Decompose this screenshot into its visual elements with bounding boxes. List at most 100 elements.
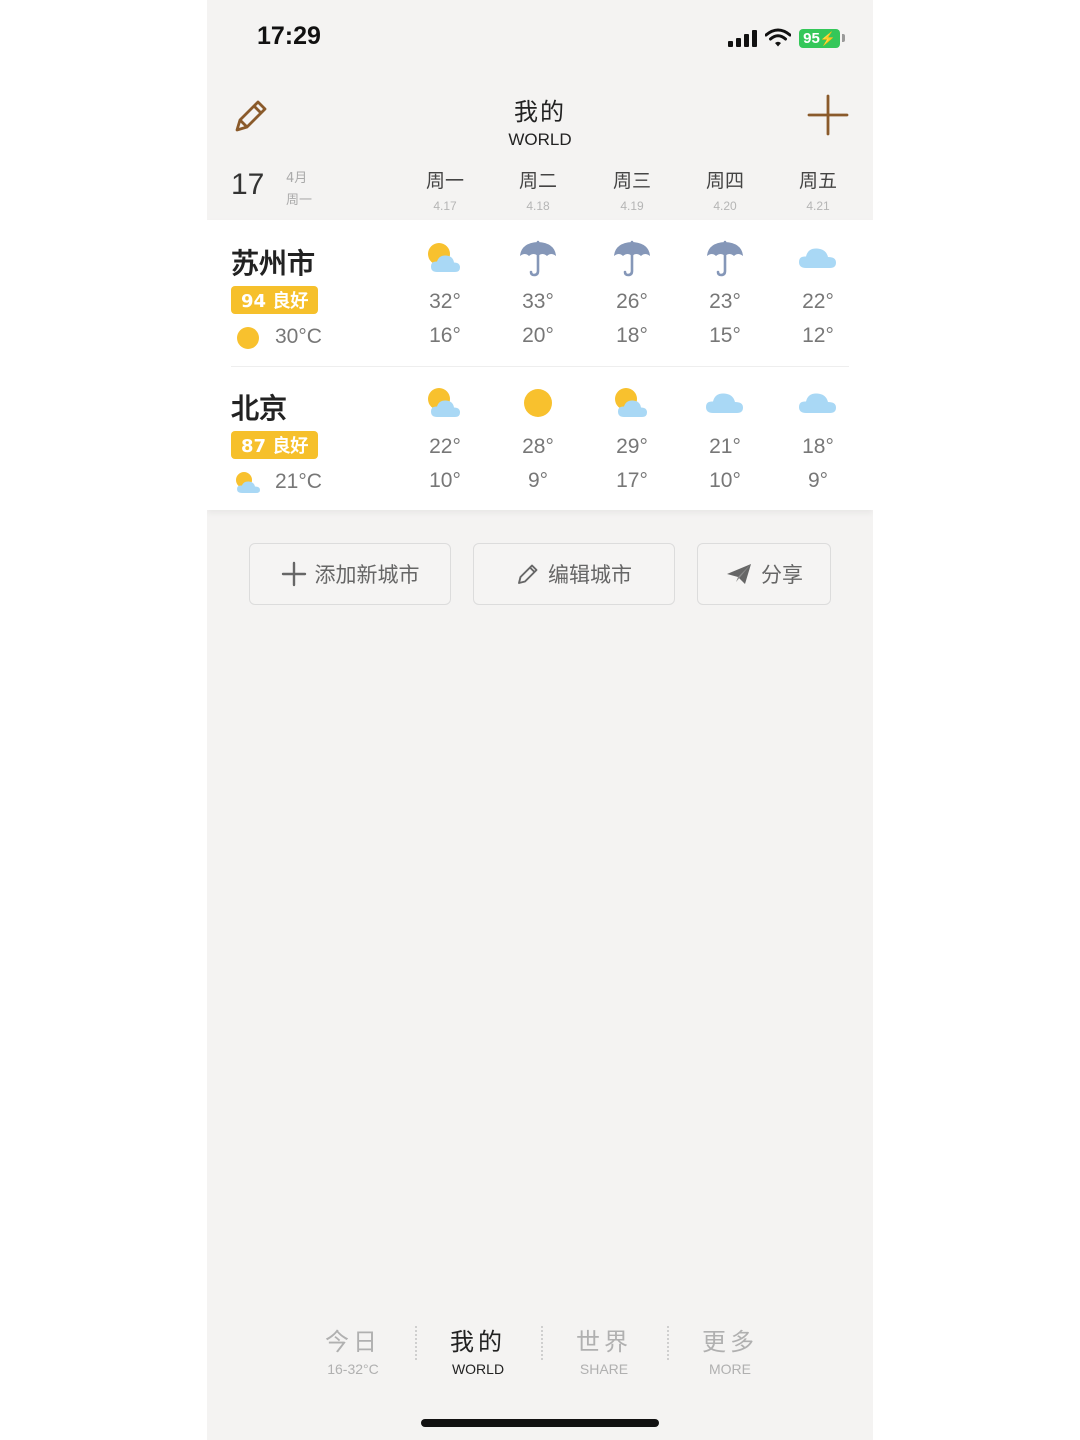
weekday-column: 周三 4.19: [592, 166, 672, 213]
status-icons: 95⚡: [728, 28, 845, 48]
share-button[interactable]: 分享: [697, 543, 831, 605]
tab-mine[interactable]: 我的 WORLD: [433, 1322, 523, 1377]
forecast-low: 10°: [429, 469, 461, 492]
aqi-badge: 87 良好: [231, 431, 319, 459]
cloud-icon: [799, 248, 836, 268]
weekday-date: 4.19: [620, 199, 644, 213]
partly-cloudy-icon: [236, 472, 260, 493]
tab-world[interactable]: 世界 SHARE: [559, 1322, 649, 1377]
forecast-low: 9°: [527, 469, 549, 492]
forecast-high: 29°: [616, 435, 648, 458]
forecast-day: 23° 15°: [685, 238, 765, 348]
forecast-day: 29° 17°: [592, 383, 672, 493]
partly-cloudy-icon: [615, 388, 647, 417]
partly-cloudy-icon: [428, 243, 460, 272]
forecast-high: 28°: [522, 435, 554, 458]
tab-more[interactable]: 更多 MORE: [685, 1322, 775, 1377]
weekday-date: 4.21: [806, 199, 830, 213]
plus-icon: [281, 561, 306, 587]
home-indicator[interactable]: [421, 1419, 659, 1427]
forecast-day: 22° 12°: [778, 238, 858, 348]
edit-city-button[interactable]: 编辑城市: [473, 543, 675, 605]
plus-icon[interactable]: [807, 94, 849, 136]
tab-separator: [667, 1326, 669, 1360]
add-city-button[interactable]: 添加新城市: [249, 543, 451, 605]
forecast-low: 15°: [709, 324, 741, 347]
forecast-high: 21°: [709, 435, 741, 458]
forecast-day: 28° 9°: [498, 383, 578, 493]
aqi-badge: 94 良好: [231, 286, 319, 314]
weekday-name: 周五: [798, 170, 837, 192]
tab-today[interactable]: 今日 16-32°C: [308, 1322, 398, 1377]
sun-icon: [237, 327, 259, 349]
weekday-column: 周一 4.17: [405, 166, 485, 213]
forecast-low: 12°: [802, 324, 834, 347]
forecast-low: 10°: [709, 469, 741, 492]
forecast-day: 32° 16°: [405, 238, 485, 348]
forecast-low: 17°: [616, 469, 648, 492]
tab-subtitle: 16-32°C: [327, 1361, 379, 1377]
forecast-high: 22°: [802, 290, 834, 313]
page-title: 我的: [514, 98, 566, 126]
forecast-high: 22°: [429, 435, 461, 458]
battery-level: 95: [803, 29, 820, 47]
tab-title: 今日: [325, 1328, 381, 1356]
forecast-day: 18° 9°: [778, 383, 858, 493]
tab-title: 我的: [450, 1328, 506, 1356]
forecast-low: 16°: [429, 324, 461, 347]
phone-screen: 17:29 95⚡ 我的 WORLD 17 4月 周一 周一 4.17 周二 4…: [207, 0, 873, 1440]
weekday-date: 4.18: [526, 199, 550, 213]
tab-subtitle: WORLD: [451, 1361, 505, 1377]
tab-title: 世界: [576, 1328, 632, 1356]
weekday-column: 周五 4.21: [778, 166, 858, 213]
battery-icon: 95⚡: [799, 28, 840, 48]
city-name: 苏州市: [231, 247, 316, 280]
forecast-low: 20°: [522, 324, 554, 347]
forecast-day: 22° 10°: [405, 383, 485, 493]
forecast-high: 33°: [522, 290, 554, 313]
city-name: 北京: [231, 392, 288, 425]
tab-separator: [415, 1326, 417, 1360]
current-month: 4月: [286, 171, 308, 186]
pencil-icon: [518, 564, 538, 584]
sun-icon: [524, 389, 552, 417]
weekday-date: 4.20: [713, 199, 737, 213]
status-time: 17:29: [257, 22, 321, 50]
umbrella-icon: [614, 240, 650, 277]
weekday-column: 周四 4.20: [685, 166, 765, 213]
forecast-high: 32°: [429, 290, 461, 313]
umbrella-icon: [520, 240, 556, 277]
page-subtitle: WORLD: [508, 130, 572, 149]
city-row-beijing[interactable]: 北京 87 良好 21°C 22° 10° 28° 9° 29° 17° 21°…: [207, 365, 873, 509]
weekday-date: 4.17: [433, 199, 457, 213]
cloud-icon: [799, 393, 836, 413]
current-day: 17: [231, 168, 265, 201]
current-weekday: 周一: [286, 193, 313, 208]
tab-subtitle: SHARE: [579, 1361, 629, 1377]
add-city-label: 添加新城市: [314, 563, 420, 587]
weekday-name: 周三: [612, 170, 651, 192]
battery-cap: [842, 34, 845, 42]
forecast-day: 33° 20°: [498, 238, 578, 348]
city-list: 苏州市 94 良好 30°C 32° 16° 33° 20° 26° 18° 2…: [207, 220, 873, 510]
wifi-icon: [765, 28, 792, 47]
signal-icon: [728, 29, 758, 47]
weekday-name: 周一: [425, 170, 464, 192]
umbrella-icon: [707, 240, 743, 277]
tab-separator: [541, 1326, 543, 1360]
weekday-column: 周二 4.18: [498, 166, 578, 213]
forecast-day: 21° 10°: [685, 383, 765, 493]
share-label: 分享: [761, 563, 803, 587]
forecast-high: 26°: [616, 290, 648, 313]
edit-city-label: 编辑城市: [548, 563, 632, 587]
current-temp: 30°C: [275, 325, 322, 348]
tab-title: 更多: [702, 1328, 758, 1356]
partly-cloudy-icon: [428, 388, 460, 417]
cloud-icon: [706, 393, 743, 413]
current-temp: 21°C: [275, 470, 322, 493]
tab-subtitle: MORE: [709, 1361, 751, 1377]
forecast-day: 26° 18°: [592, 238, 672, 348]
weekday-name: 周二: [518, 170, 557, 192]
forecast-high: 18°: [802, 435, 834, 458]
city-row-suzhou[interactable]: 苏州市 94 良好 30°C 32° 16° 33° 20° 26° 18° 2…: [207, 220, 873, 364]
